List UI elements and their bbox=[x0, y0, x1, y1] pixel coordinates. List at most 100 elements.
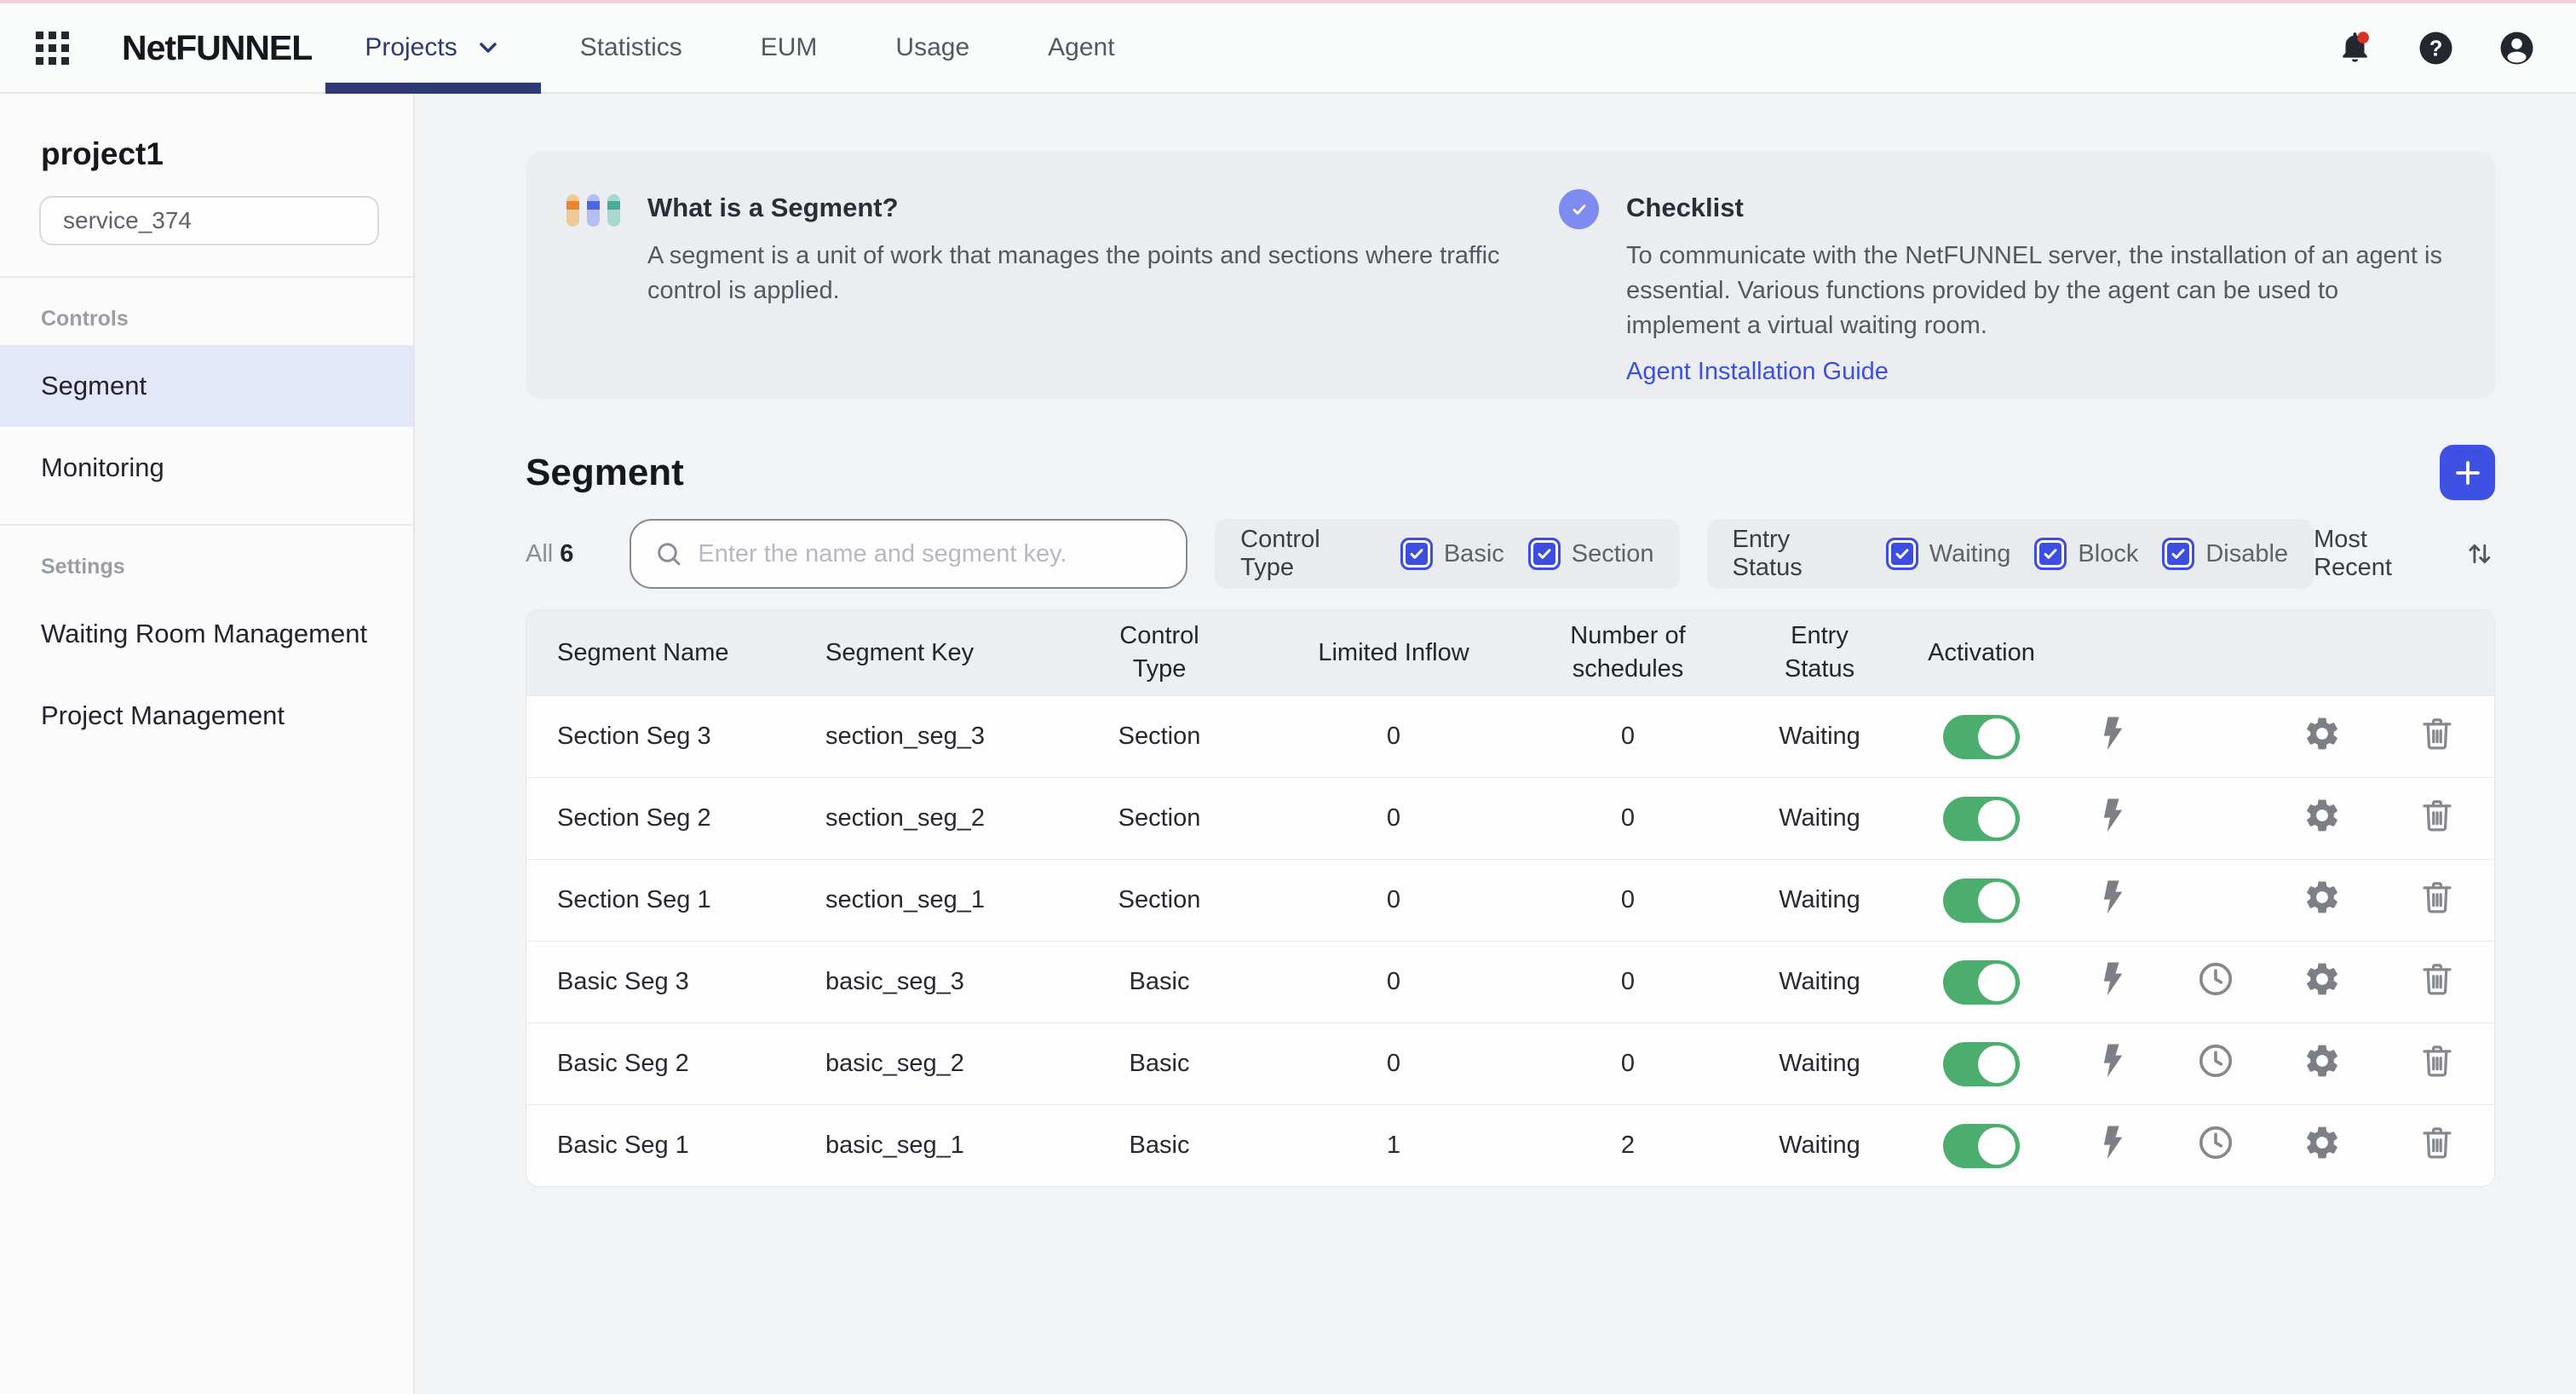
filter-checkbox-block[interactable]: Block bbox=[2034, 538, 2138, 570]
cell-segment-name: Section Seg 2 bbox=[557, 804, 711, 832]
count-label: All bbox=[526, 539, 554, 567]
nav-item-projects[interactable]: Projects bbox=[325, 3, 542, 94]
column-number-of-schedules: Number of schedules bbox=[1570, 621, 1686, 683]
activation-toggle[interactable] bbox=[1943, 1123, 2020, 1168]
checkbox-checked-icon[interactable] bbox=[1400, 538, 1433, 570]
service-selector[interactable]: service_374 bbox=[39, 196, 379, 245]
filter-checkbox-basic[interactable]: Basic bbox=[1400, 538, 1504, 570]
table-row: Section Seg 2 section_seg_2 Section 0 0 Waiti… bbox=[526, 777, 2494, 859]
nav-item-statistics[interactable]: Statistics bbox=[541, 3, 722, 92]
trash-icon[interactable] bbox=[2418, 796, 2457, 835]
cell-limited-inflow: 0 bbox=[1386, 804, 1401, 832]
svg-text:?: ? bbox=[2429, 37, 2443, 60]
nav-item-usage[interactable]: Usage bbox=[856, 3, 1009, 92]
sort-arrows-icon bbox=[2469, 544, 2491, 564]
cell-entry-status: Waiting bbox=[1779, 968, 1860, 995]
lightning-icon[interactable] bbox=[2094, 714, 2133, 753]
trash-icon[interactable] bbox=[2418, 1041, 2457, 1080]
nav-label: Statistics bbox=[579, 33, 682, 61]
gear-icon[interactable] bbox=[2303, 959, 2342, 999]
checkbox-label: Disable bbox=[2205, 539, 2289, 567]
clock-icon[interactable] bbox=[2196, 1041, 2235, 1080]
agent-installation-guide-link[interactable]: Agent Installation Guide bbox=[1626, 358, 1889, 386]
table-row: Basic Seg 2 basic_seg_2 Basic 0 0 Waiting bbox=[526, 1022, 2494, 1104]
clock-icon[interactable] bbox=[2196, 959, 2235, 999]
trash-icon[interactable] bbox=[2418, 1123, 2457, 1162]
cell-segment-name: Section Seg 3 bbox=[557, 723, 711, 750]
apps-grid-icon[interactable] bbox=[36, 31, 69, 65]
table-row: Basic Seg 3 basic_seg_3 Basic 0 0 Waiting bbox=[526, 941, 2494, 1022]
search-icon bbox=[658, 543, 681, 566]
sidebar-item-label: Waiting Room Management bbox=[41, 619, 368, 648]
table-row: Basic Seg 1 basic_seg_1 Basic 1 2 Waiting bbox=[526, 1104, 2494, 1186]
gear-icon[interactable] bbox=[2303, 1123, 2342, 1162]
trash-icon[interactable] bbox=[2418, 959, 2457, 999]
sidebar-section-controls: Controls bbox=[41, 307, 129, 331]
cell-segment-name: Basic Seg 2 bbox=[557, 1050, 689, 1077]
lightning-icon[interactable] bbox=[2094, 796, 2133, 835]
primary-nav: Projects Statistics EUM Usage Agent bbox=[325, 3, 1153, 94]
checkbox-checked-icon[interactable] bbox=[2034, 538, 2067, 570]
search-input[interactable] bbox=[698, 539, 1164, 568]
filter-checkbox-section[interactable]: Section bbox=[1527, 538, 1654, 570]
lightning-icon[interactable] bbox=[2094, 878, 2133, 917]
sort-control[interactable]: Most Recent bbox=[2314, 526, 2495, 582]
activation-toggle[interactable] bbox=[1943, 714, 2020, 759]
lightning-icon[interactable] bbox=[2094, 1123, 2133, 1162]
checkbox-label: Waiting bbox=[1929, 539, 2011, 567]
nav-item-eum[interactable]: EUM bbox=[722, 3, 857, 92]
filter-checkbox-disable[interactable]: Disable bbox=[2162, 538, 2288, 570]
filter-group-label: Entry Status bbox=[1732, 526, 1803, 581]
checkbox-checked-icon[interactable] bbox=[1885, 538, 1918, 570]
gear-icon[interactable] bbox=[2303, 714, 2342, 753]
count-value: 6 bbox=[560, 539, 574, 567]
sidebar-item-label: Project Management bbox=[41, 700, 285, 730]
filter-checkbox-waiting[interactable]: Waiting bbox=[1885, 538, 2011, 570]
page-title: Segment bbox=[526, 451, 684, 493]
gear-icon[interactable] bbox=[2303, 1041, 2342, 1080]
activation-toggle[interactable] bbox=[1943, 1041, 2020, 1086]
cell-segment-key: basic_seg_3 bbox=[825, 968, 964, 995]
cell-segment-key: section_seg_2 bbox=[825, 804, 986, 832]
activation-toggle[interactable] bbox=[1943, 878, 2020, 923]
search-box[interactable] bbox=[630, 519, 1188, 589]
help-icon[interactable]: ? bbox=[2416, 28, 2456, 68]
cell-limited-inflow: 1 bbox=[1386, 1132, 1401, 1159]
column-limited-inflow: Limited Inflow bbox=[1318, 638, 1469, 666]
clock-icon[interactable] bbox=[2196, 1123, 2235, 1162]
checklist-title: Checklist bbox=[1626, 193, 1744, 222]
lightning-icon[interactable] bbox=[2094, 1041, 2133, 1080]
project-name: project1 bbox=[41, 136, 164, 171]
cell-segment-name: Basic Seg 1 bbox=[557, 1132, 689, 1159]
trash-icon[interactable] bbox=[2418, 878, 2457, 917]
checkbox-checked-icon[interactable] bbox=[1527, 538, 1561, 570]
segment-info-title: What is a Segment? bbox=[647, 193, 899, 222]
lightning-icon[interactable] bbox=[2094, 959, 2133, 999]
activation-toggle[interactable] bbox=[1943, 796, 2020, 841]
trash-icon[interactable] bbox=[2418, 714, 2457, 753]
gear-icon[interactable] bbox=[2303, 796, 2342, 835]
add-segment-button[interactable] bbox=[2440, 445, 2495, 500]
column-control-type: Control Type bbox=[1119, 621, 1199, 683]
sidebar-item-project-management[interactable]: Project Management bbox=[0, 675, 413, 757]
notification-badge bbox=[2357, 31, 2369, 43]
bell-icon[interactable] bbox=[2335, 28, 2375, 68]
nav-label: EUM bbox=[760, 33, 818, 61]
service-selector-value: service_374 bbox=[63, 207, 192, 233]
app-logo: NetFUNNEL bbox=[122, 27, 313, 67]
sidebar-divider bbox=[0, 276, 413, 278]
filter-toolbar: All6 Control Type Basic Section Entry Sta… bbox=[526, 519, 2495, 589]
cell-control-type: Basic bbox=[1129, 1132, 1190, 1159]
activation-toggle[interactable] bbox=[1943, 959, 2020, 1005]
nav-item-agent[interactable]: Agent bbox=[1009, 3, 1153, 92]
total-count: All 6 bbox=[526, 540, 573, 568]
checkbox-checked-icon[interactable] bbox=[2162, 538, 2195, 570]
account-icon[interactable] bbox=[2497, 28, 2537, 68]
sidebar-item-segment[interactable]: Segment bbox=[0, 345, 413, 427]
gear-icon[interactable] bbox=[2303, 878, 2342, 917]
sidebar-item-waiting-room-management[interactable]: Waiting Room Management bbox=[0, 593, 413, 675]
table-header: Segment Name Segment Key Control Type Li… bbox=[526, 610, 2494, 695]
segment-heading-row: Segment bbox=[526, 445, 2495, 500]
sidebar-item-monitoring[interactable]: Monitoring bbox=[0, 427, 413, 509]
info-banner: What is a Segment? A segment is a unit o… bbox=[526, 152, 2495, 399]
